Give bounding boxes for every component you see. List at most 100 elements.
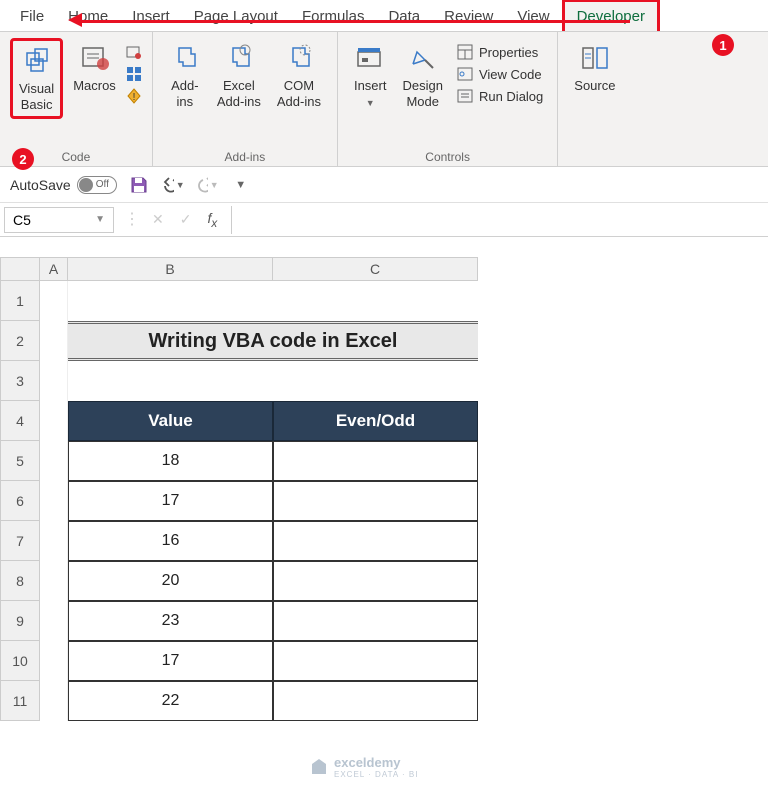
source-label: Source [574, 78, 615, 94]
cell[interactable]: 23 [68, 601, 273, 641]
macros-button[interactable]: Macros [67, 38, 122, 98]
save-button[interactable] [127, 173, 151, 197]
com-addins-label: COM Add-ins [277, 78, 321, 109]
addins-label: Add- ins [171, 78, 198, 109]
table-header-evenodd[interactable]: Even/Odd [273, 401, 478, 441]
dropdown-icon: ▼ [95, 214, 105, 225]
view-code-button[interactable]: View Code [453, 64, 547, 84]
redo-button[interactable]: ▼ [195, 173, 219, 197]
view-code-icon [457, 66, 473, 82]
macro-security-icon[interactable]: ! [126, 88, 142, 104]
col-header[interactable]: A [40, 257, 68, 281]
cell[interactable] [273, 681, 478, 721]
table-header-value[interactable]: Value [68, 401, 273, 441]
design-mode-button[interactable]: Design Mode [396, 38, 448, 113]
tab-review[interactable]: Review [432, 2, 505, 31]
visual-basic-label: Visual Basic [19, 81, 54, 112]
run-dialog-button[interactable]: Run Dialog [453, 86, 547, 106]
autosave-state: Off [96, 179, 109, 190]
formula-bar[interactable] [231, 206, 768, 234]
col-header[interactable]: B [68, 257, 273, 281]
row-header[interactable]: 9 [0, 601, 40, 641]
col-header[interactable]: C [273, 257, 478, 281]
tab-formulas[interactable]: Formulas [290, 2, 377, 31]
design-mode-icon [407, 42, 439, 74]
watermark: exceldemy EXCEL · DATA · BI [310, 755, 418, 779]
group-controls: Insert ▼ Design Mode Properties View Cod… [338, 32, 558, 166]
annotation-arrowhead [68, 13, 82, 27]
com-addins-button[interactable]: COM Add-ins [271, 38, 327, 113]
com-addins-icon [283, 42, 315, 74]
annotation-arrow [80, 20, 630, 23]
autosave-toggle[interactable]: AutoSave Off [10, 176, 117, 194]
row-header[interactable]: 1 [0, 281, 40, 321]
excel-addins-button[interactable]: Excel Add-ins [211, 38, 267, 113]
cell[interactable] [273, 601, 478, 641]
properties-button[interactable]: Properties [453, 42, 547, 62]
cell[interactable] [273, 521, 478, 561]
name-box-value: C5 [13, 212, 31, 228]
addins-button[interactable]: Add- ins [163, 38, 207, 113]
cell[interactable]: 20 [68, 561, 273, 601]
insert-control-label: Insert [354, 78, 387, 94]
insert-control-button[interactable]: Insert ▼ [348, 38, 393, 112]
cell[interactable] [273, 641, 478, 681]
tab-data[interactable]: Data [376, 2, 432, 31]
dropdown-icon: ▼ [366, 98, 375, 109]
cell[interactable] [273, 481, 478, 521]
macros-label: Macros [73, 78, 116, 94]
record-macro-icon[interactable] [126, 44, 142, 60]
source-button[interactable]: Source [568, 38, 621, 98]
cell[interactable]: 17 [68, 641, 273, 681]
row-header[interactable]: 6 [0, 481, 40, 521]
sheet-title[interactable]: Writing VBA code in Excel [68, 321, 478, 361]
tab-view[interactable]: View [505, 2, 561, 31]
visual-basic-button[interactable]: Visual Basic [10, 38, 63, 119]
group-xml: Source [558, 32, 631, 166]
cell[interactable]: 22 [68, 681, 273, 721]
group-controls-label: Controls [425, 148, 470, 164]
relative-ref-icon[interactable] [126, 66, 142, 82]
row-header[interactable]: 8 [0, 561, 40, 601]
excel-addins-icon [223, 42, 255, 74]
visual-basic-icon [21, 45, 53, 77]
row-header[interactable]: 2 [0, 321, 40, 361]
cell[interactable] [273, 441, 478, 481]
row-header[interactable]: 7 [0, 521, 40, 561]
excel-addins-label: Excel Add-ins [217, 78, 261, 109]
select-all-corner[interactable] [0, 257, 40, 281]
spreadsheet: 1 2 3 4 5 6 7 8 9 10 11 A B C Writing VB… [0, 257, 768, 721]
name-box[interactable]: C5 ▼ [4, 207, 114, 233]
tab-insert[interactable]: Insert [120, 2, 182, 31]
cell[interactable] [273, 561, 478, 601]
row-header[interactable]: 11 [0, 681, 40, 721]
qat-customize[interactable]: ▼ [229, 173, 253, 197]
ribbon-tabs: File Home Insert Page Layout Formulas Da… [0, 0, 768, 32]
run-dialog-icon [457, 88, 473, 104]
tab-file[interactable]: File [8, 2, 56, 31]
addins-icon [169, 42, 201, 74]
row-header[interactable]: 3 [0, 361, 40, 401]
cancel-formula-button[interactable]: ✕ [148, 209, 168, 230]
group-code: Visual Basic Macros ! Code [0, 32, 153, 166]
design-mode-label: Design Mode [402, 78, 442, 109]
cell[interactable]: 16 [68, 521, 273, 561]
row-header[interactable]: 5 [0, 441, 40, 481]
row-header[interactable]: 10 [0, 641, 40, 681]
macros-icon [79, 42, 111, 74]
group-addins-label: Add-ins [225, 148, 266, 164]
cell[interactable]: 18 [68, 441, 273, 481]
cell[interactable]: 17 [68, 481, 273, 521]
callout-2: 2 [12, 148, 34, 170]
callout-1: 1 [712, 34, 734, 56]
tab-developer[interactable]: Developer [562, 0, 660, 31]
undo-button[interactable]: ▼ [161, 173, 185, 197]
fx-button[interactable]: fx [203, 208, 221, 232]
group-xml-label [593, 148, 596, 164]
watermark-sub: EXCEL · DATA · BI [334, 770, 418, 779]
group-code-label: Code [62, 148, 91, 164]
tab-pagelayout[interactable]: Page Layout [182, 2, 290, 31]
enter-formula-button[interactable]: ✓ [176, 209, 196, 230]
row-header[interactable]: 4 [0, 401, 40, 441]
tab-home[interactable]: Home [56, 2, 120, 31]
